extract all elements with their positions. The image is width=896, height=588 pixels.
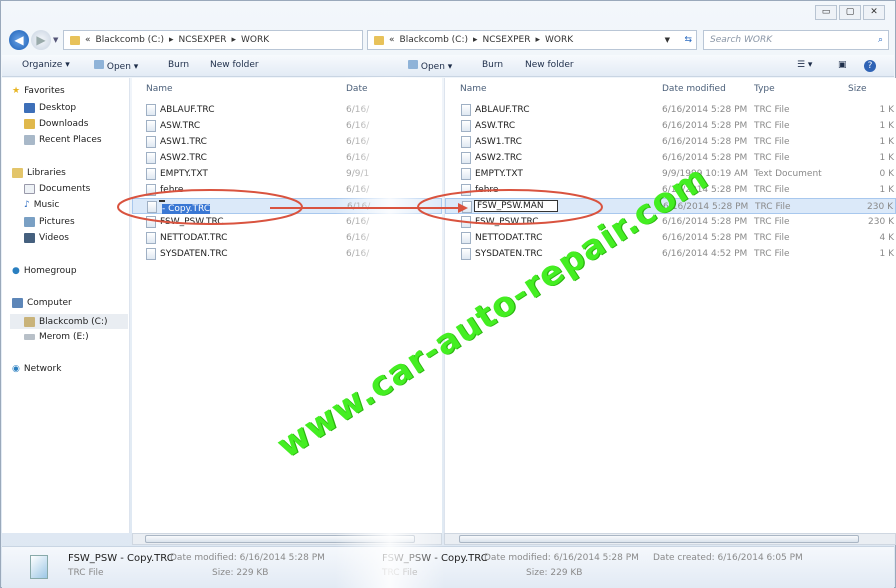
arrow-head-icon: [458, 203, 468, 213]
column-header-name[interactable]: Name: [460, 84, 487, 94]
column-header-type[interactable]: Type: [754, 84, 775, 94]
column-header-date-modified[interactable]: Date modified: [662, 84, 726, 94]
column-header-size[interactable]: Size: [848, 84, 866, 94]
column-header-date[interactable]: Date: [346, 84, 368, 94]
column-header-name[interactable]: Name: [146, 84, 173, 94]
